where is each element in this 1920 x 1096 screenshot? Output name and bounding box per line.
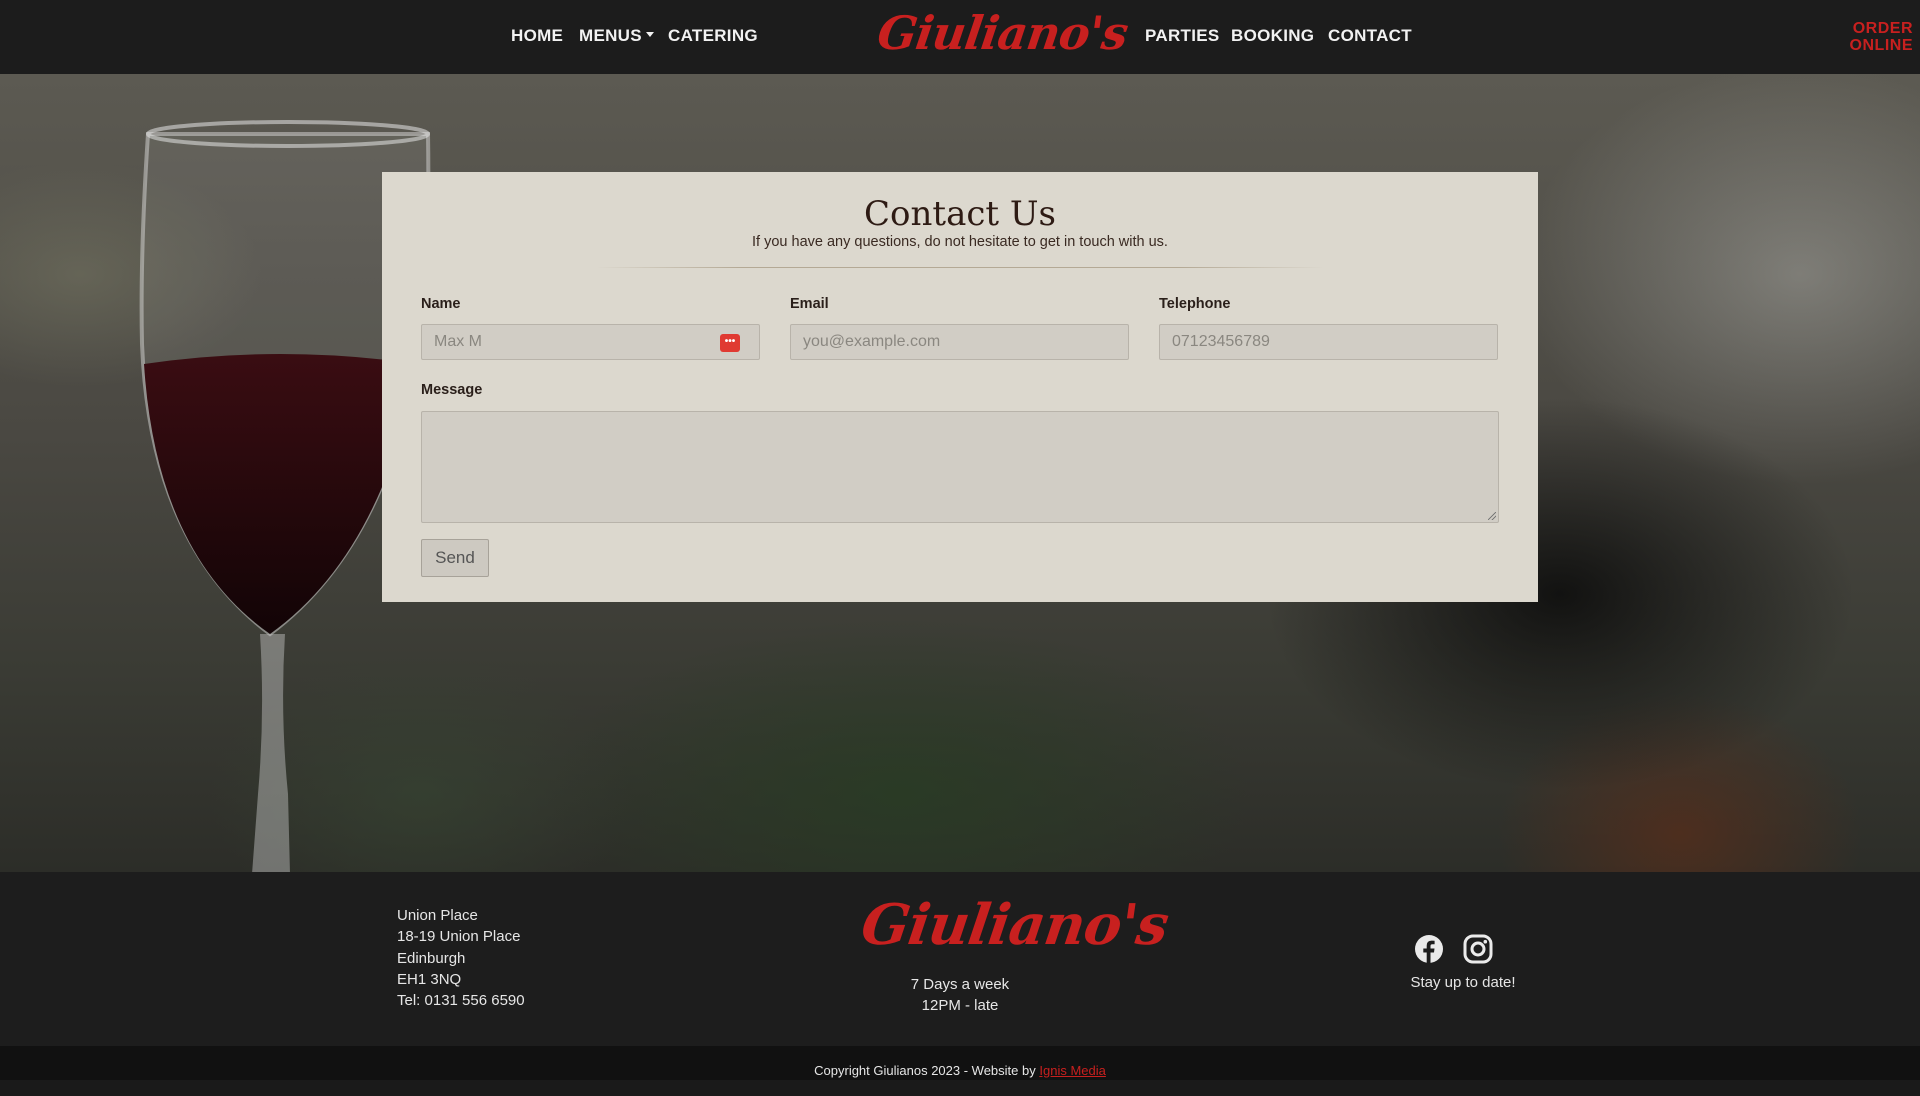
name-field[interactable]: [421, 324, 760, 360]
brand-logo[interactable]: Giuliano's: [874, 6, 1131, 60]
resize-handle-icon[interactable]: [1488, 512, 1496, 520]
nav-home-link[interactable]: HOME: [511, 26, 563, 46]
message-wrapper: [421, 411, 1499, 523]
copyright-bar: Copyright Giulianos 2023 - Website by Ig…: [0, 1046, 1920, 1080]
email-field[interactable]: [790, 324, 1129, 360]
nav-menus-dropdown[interactable]: MENUS: [579, 26, 654, 46]
instagram-icon[interactable]: [1463, 934, 1493, 964]
page-title: Contact Us: [864, 194, 1056, 234]
facebook-icon[interactable]: [1414, 934, 1444, 964]
order-online-line2: ONLINE: [1849, 37, 1913, 54]
credit-link[interactable]: Ignis Media: [1039, 1063, 1105, 1078]
footer-logo: Giuliano's: [857, 892, 1173, 958]
stay-up-to-date-text: Stay up to date!: [1410, 974, 1516, 991]
page-subtitle: If you have any questions, do not hesita…: [752, 234, 1168, 250]
order-online-line1: ORDER: [1852, 20, 1913, 37]
top-navbar: HOME MENUS CATERING Giuliano's PARTIES B…: [0, 0, 1920, 74]
nav-menus-label: MENUS: [579, 26, 642, 45]
divider: [596, 267, 1324, 268]
phone-line: Tel: 0131 556 6590: [397, 992, 525, 1010]
order-online-link[interactable]: ORDER ONLINE: [1850, 20, 1913, 54]
message-textarea[interactable]: [421, 411, 1499, 523]
send-button[interactable]: Send: [421, 539, 489, 577]
address-line: EH1 3NQ: [397, 970, 462, 988]
nav-booking-link[interactable]: BOOKING: [1231, 26, 1314, 46]
contact-form-card: Contact Us If you have any questions, do…: [382, 172, 1538, 602]
address-line: 18-19 Union Place: [397, 928, 521, 946]
email-label: Email: [790, 296, 829, 312]
footer: Union Place 18-19 Union Place Edinburgh …: [0, 872, 1920, 1046]
hours-time: 12PM - late: [921, 997, 999, 1014]
opening-hours: 7 Days a week 12PM - late: [860, 974, 1060, 1016]
telephone-label: Telephone: [1159, 296, 1231, 312]
address-line: Union Place: [397, 907, 478, 924]
nav-catering-link[interactable]: CATERING: [668, 26, 758, 46]
hours-days: 7 Days a week: [910, 976, 1010, 993]
name-label: Name: [421, 296, 461, 312]
password-manager-icon[interactable]: •••: [720, 334, 740, 352]
telephone-field[interactable]: [1159, 324, 1498, 360]
chevron-down-icon: [645, 32, 654, 38]
copyright-text: Copyright Giulianos 2023 - Website by: [814, 1063, 1036, 1078]
address-line: Edinburgh: [397, 949, 466, 967]
nav-parties-link[interactable]: PARTIES: [1145, 26, 1220, 46]
address-block: Union Place 18-19 Union Place Edinburgh …: [397, 905, 525, 1011]
message-label: Message: [421, 382, 483, 398]
nav-contact-link[interactable]: CONTACT: [1328, 26, 1412, 46]
